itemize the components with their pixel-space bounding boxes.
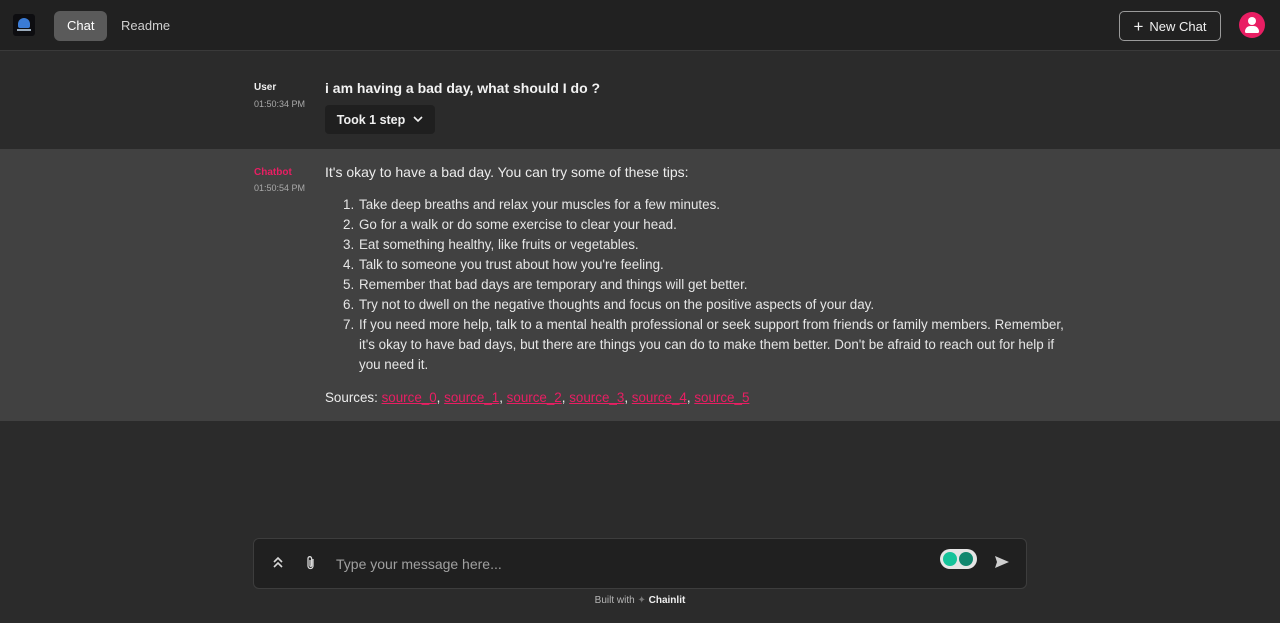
user-avatar[interactable]	[1239, 12, 1265, 38]
tips-list: 1. Take deep breaths and relax your muscl…	[325, 195, 1079, 375]
grammarly-extension-icon[interactable]	[940, 549, 977, 569]
user-icon	[1248, 17, 1256, 25]
source-link[interactable]: source_0	[382, 390, 437, 405]
bot-message: Chatbot 01:50:54 PM It's okay to have a …	[0, 149, 1280, 421]
settings-chevrons-up-icon[interactable]	[270, 555, 286, 571]
brand-name[interactable]: Chainlit	[649, 595, 686, 606]
tab-chat[interactable]: Chat	[54, 11, 108, 41]
sources-line: Sources: source_0, source_1, source_2, s…	[325, 390, 750, 405]
source-link[interactable]: source_3	[569, 390, 624, 405]
list-item: 4. Talk to someone you trust about how yo…	[343, 257, 664, 272]
message-timestamp: 01:50:54 PM	[254, 183, 306, 193]
message-timestamp: 01:50:34 PM	[254, 99, 306, 109]
source-link[interactable]: source_4	[632, 390, 687, 405]
plus-icon: +	[1133, 16, 1144, 36]
new-chat-button[interactable]: + New Chat	[1119, 11, 1221, 41]
source-link[interactable]: source_5	[694, 390, 749, 405]
message-intro: It's okay to have a bad day. You can try…	[325, 164, 689, 180]
app-logo[interactable]	[13, 14, 35, 36]
new-chat-label: New Chat	[1149, 18, 1207, 34]
list-item: 5. Remember that bad days are temporary a…	[343, 277, 748, 292]
list-item: 7. If you need more help, talk to a menta…	[343, 317, 1064, 372]
built-with-text: Built with	[594, 595, 635, 606]
sources-label: Sources:	[325, 390, 378, 405]
list-item: 1. Take deep breaths and relax your muscl…	[343, 197, 720, 212]
tab-readme[interactable]: Readme	[108, 11, 183, 41]
logo-mark-icon	[18, 18, 30, 28]
message-input[interactable]	[334, 549, 928, 579]
message-content: i am having a bad day, what should I do …	[325, 80, 601, 96]
list-item: 2. Go for a walk or do some exercise to c…	[343, 217, 677, 232]
steps-toggle-button[interactable]: Took 1 step	[325, 105, 435, 134]
steps-label: Took 1 step	[336, 112, 406, 127]
list-item: 6. Try not to dwell on the negative thoug…	[343, 297, 875, 312]
attach-paperclip-icon[interactable]	[303, 555, 319, 571]
list-item: 3. Eat something healthy, like fruits or …	[343, 237, 639, 252]
top-bar: Chat Readme + New Chat	[0, 0, 1280, 51]
built-with-footer: Built with ✦ Chainlit	[0, 595, 1280, 606]
message-author: User	[254, 82, 277, 93]
message-author: Chatbot	[254, 167, 292, 178]
source-link[interactable]: source_2	[507, 390, 562, 405]
chevron-down-icon	[413, 116, 423, 123]
user-message: User 01:50:34 PM i am having a bad day, …	[0, 52, 1280, 148]
chainlit-logo-icon: ✦	[637, 595, 646, 606]
message-composer	[253, 538, 1027, 589]
source-link[interactable]: source_1	[444, 390, 499, 405]
send-icon[interactable]	[994, 555, 1010, 571]
